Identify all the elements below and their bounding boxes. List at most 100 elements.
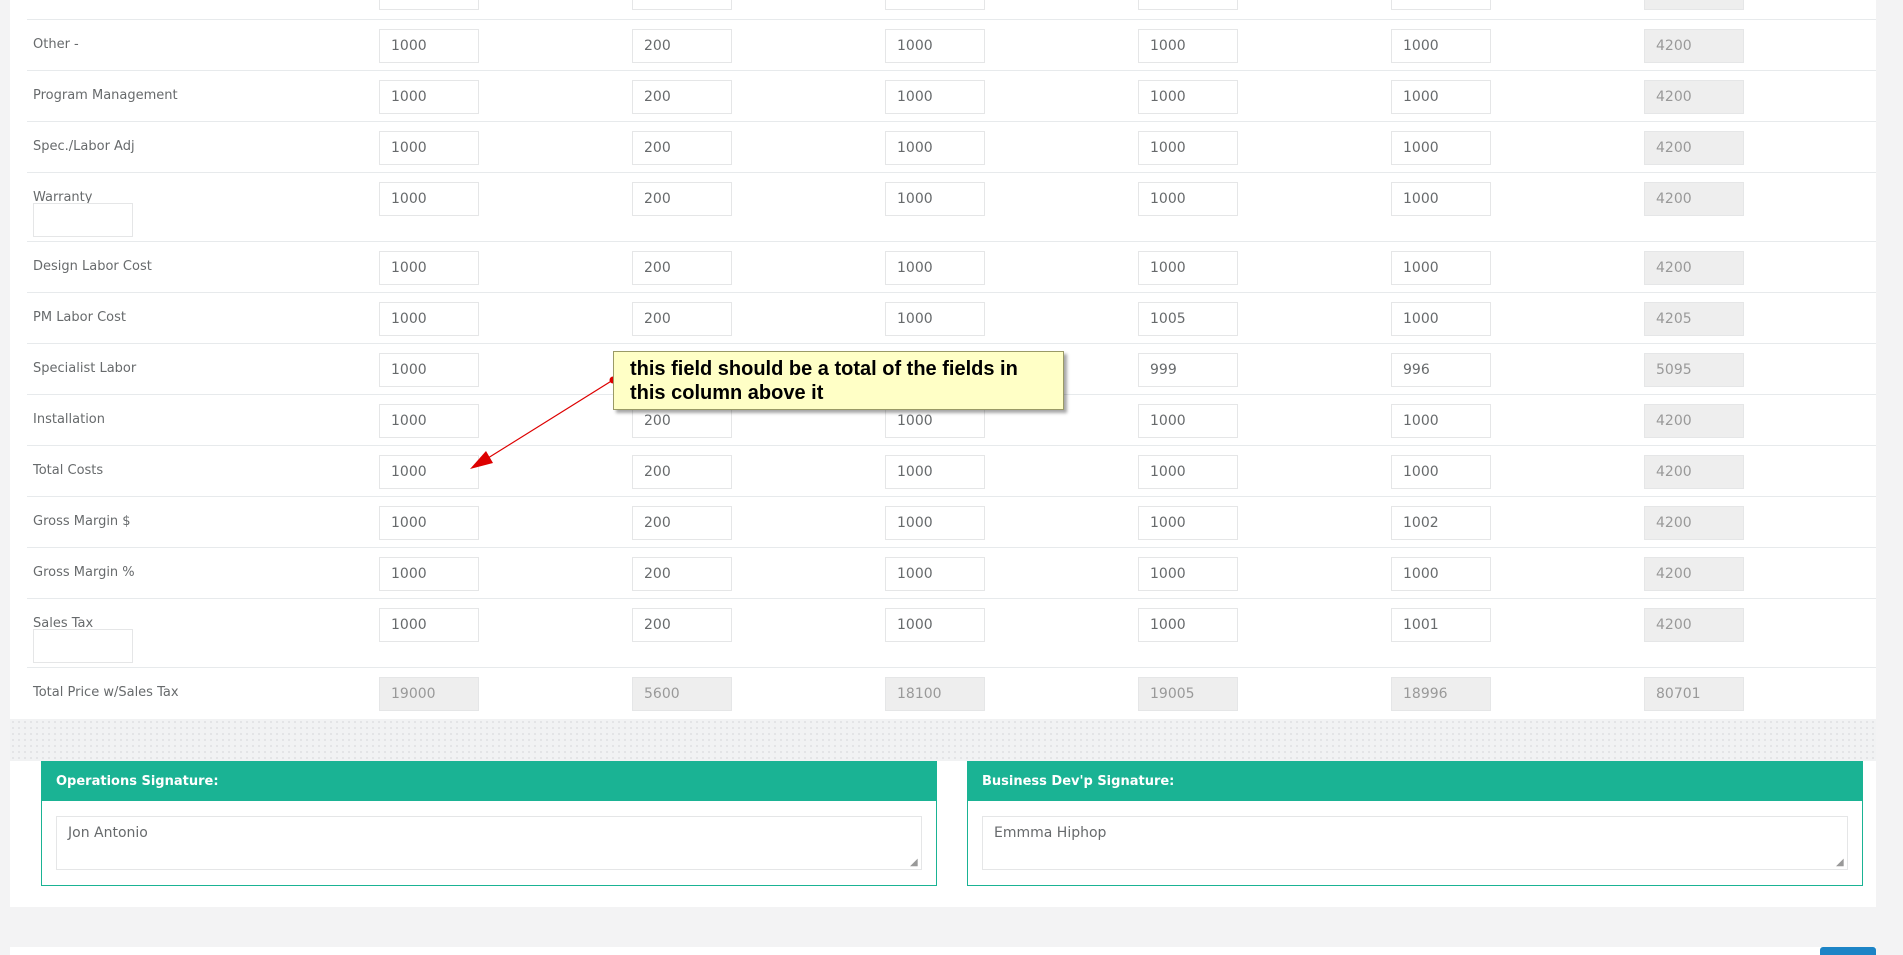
table-row: Design Labor Cost 1000 200 1000 1000 1000 4200	[27, 242, 1876, 293]
table-row-partial	[27, 0, 1876, 20]
operations-signature-box: Operations Signature: Jon Antonio ◢	[41, 761, 937, 886]
table-row: Spec./Labor Adj 1000 200 1000 1000 1000 4200	[27, 122, 1876, 173]
value-input[interactable]: 1000	[1138, 251, 1238, 285]
resize-grip-icon[interactable]: ◢	[1836, 858, 1846, 868]
value-input[interactable]: 1000	[1138, 557, 1238, 591]
value-input[interactable]: 1000	[1138, 131, 1238, 165]
value-input[interactable]: 200	[632, 182, 732, 216]
total-value-input: 4205	[1644, 302, 1744, 336]
value-input[interactable]: 1000	[379, 455, 479, 489]
value-input[interactable]: 1000	[1391, 80, 1491, 114]
value-input[interactable]: 1001	[1391, 608, 1491, 642]
total-value-input: 80701	[1644, 677, 1744, 711]
value-input[interactable]: 1000	[1138, 608, 1238, 642]
value-input[interactable]: 1002	[1391, 506, 1491, 540]
total-value-input: 19000	[379, 677, 479, 711]
value-input[interactable]: 1000	[885, 608, 985, 642]
value-input[interactable]: 1000	[885, 182, 985, 216]
value-input[interactable]: 1000	[1138, 182, 1238, 216]
business-dev-signature-input[interactable]: Emmma Hiphop ◢	[982, 816, 1848, 870]
business-dev-signature-box: Business Dev'p Signature: Emmma Hiphop ◢	[967, 761, 1863, 886]
value-input[interactable]: 1000	[1391, 182, 1491, 216]
row-label: Total Costs	[33, 463, 104, 478]
value-input[interactable]: 1000	[379, 506, 479, 540]
value-input[interactable]: 1000	[1391, 29, 1491, 63]
total-value-input: 4200	[1644, 182, 1744, 216]
value-input[interactable]: 1000	[379, 182, 479, 216]
value-input[interactable]: 1000	[885, 455, 985, 489]
row-note-input[interactable]	[33, 629, 133, 663]
value-input[interactable]: 1000	[1391, 557, 1491, 591]
value-input[interactable]: 1000	[885, 80, 985, 114]
value-input[interactable]: 1000	[885, 302, 985, 336]
table-row: Sales Tax 1000 200 1000 1000 1001 4200	[27, 599, 1876, 668]
total-value-input: 4200	[1644, 506, 1744, 540]
signatures-panel: Operations Signature: Jon Antonio ◢ Busi…	[10, 761, 1876, 907]
value-input[interactable]: 1000	[379, 557, 479, 591]
partial-input[interactable]	[1138, 0, 1238, 10]
value-input[interactable]: 1000	[379, 404, 479, 438]
value-input[interactable]: 1000	[379, 29, 479, 63]
value-input[interactable]: 1000	[379, 251, 479, 285]
row-label: Spec./Labor Adj	[33, 139, 135, 154]
total-value-input: 4200	[1644, 29, 1744, 63]
row-label: PM Labor Cost	[33, 310, 126, 325]
value-input[interactable]: 1005	[1138, 302, 1238, 336]
value-input[interactable]: 1000	[885, 131, 985, 165]
value-input[interactable]: 1000	[1138, 80, 1238, 114]
value-input[interactable]: 1000	[885, 251, 985, 285]
operations-signature-input[interactable]: Jon Antonio ◢	[56, 816, 922, 870]
value-input[interactable]: 1000	[885, 557, 985, 591]
section-divider	[10, 719, 1876, 761]
value-input[interactable]: 200	[632, 608, 732, 642]
annotation-callout: this field should be a total of the fiel…	[613, 351, 1064, 410]
partial-input[interactable]	[1391, 0, 1491, 10]
partial-input[interactable]	[379, 0, 479, 10]
resize-grip-icon[interactable]: ◢	[910, 858, 920, 868]
partial-input[interactable]	[885, 0, 985, 10]
value-input[interactable]: 1000	[1391, 302, 1491, 336]
row-label: Gross Margin %	[33, 565, 135, 580]
value-input[interactable]: 1000	[1391, 404, 1491, 438]
value-input[interactable]: 1000	[1138, 29, 1238, 63]
total-value-input: 18996	[1391, 677, 1491, 711]
total-value-input: 5095	[1644, 353, 1744, 387]
value-input[interactable]: 1000	[1138, 506, 1238, 540]
value-input[interactable]: 999	[1138, 353, 1238, 387]
business-dev-signature-value: Emmma Hiphop	[994, 825, 1107, 841]
value-input[interactable]: 200	[632, 131, 732, 165]
total-value-input: 5600	[632, 677, 732, 711]
value-input[interactable]: 1000	[379, 80, 479, 114]
value-input[interactable]: 996	[1391, 353, 1491, 387]
value-input[interactable]: 1000	[885, 29, 985, 63]
value-input[interactable]: 1000	[1391, 455, 1491, 489]
value-input[interactable]: 1000	[885, 506, 985, 540]
value-input[interactable]: 1000	[379, 353, 479, 387]
partial-input[interactable]	[632, 0, 732, 10]
table-row: Gross Margin % 1000 200 1000 1000 1000 4200	[27, 548, 1876, 599]
table-row: Warranty 1000 200 1000 1000 1000 4200	[27, 173, 1876, 242]
value-input[interactable]: 200	[632, 557, 732, 591]
value-input[interactable]: 200	[632, 302, 732, 336]
value-input[interactable]: 1000	[1391, 131, 1491, 165]
total-value-input: 18100	[885, 677, 985, 711]
row-note-input[interactable]	[33, 203, 133, 237]
value-input[interactable]: 1000	[1138, 455, 1238, 489]
value-input[interactable]: 1000	[379, 302, 479, 336]
value-input[interactable]: 200	[632, 506, 732, 540]
value-input[interactable]: 1000	[1391, 251, 1491, 285]
value-input[interactable]: 200	[632, 80, 732, 114]
row-label: Program Management	[33, 88, 178, 103]
value-input[interactable]: 200	[632, 29, 732, 63]
value-input[interactable]: 1000	[379, 131, 479, 165]
value-input[interactable]: 200	[632, 251, 732, 285]
operations-signature-label: Operations Signature:	[42, 762, 936, 801]
value-input[interactable]: 200	[632, 455, 732, 489]
value-input[interactable]: 1000	[379, 608, 479, 642]
annotation-text: this field should be a total of the fiel…	[630, 358, 1018, 404]
total-value-input: 4200	[1644, 455, 1744, 489]
value-input[interactable]: 1000	[1138, 404, 1238, 438]
submit-button[interactable]	[1820, 947, 1876, 955]
table-row: PM Labor Cost 1000 200 1000 1005 1000 4205	[27, 293, 1876, 344]
footer-panel	[10, 947, 1876, 955]
